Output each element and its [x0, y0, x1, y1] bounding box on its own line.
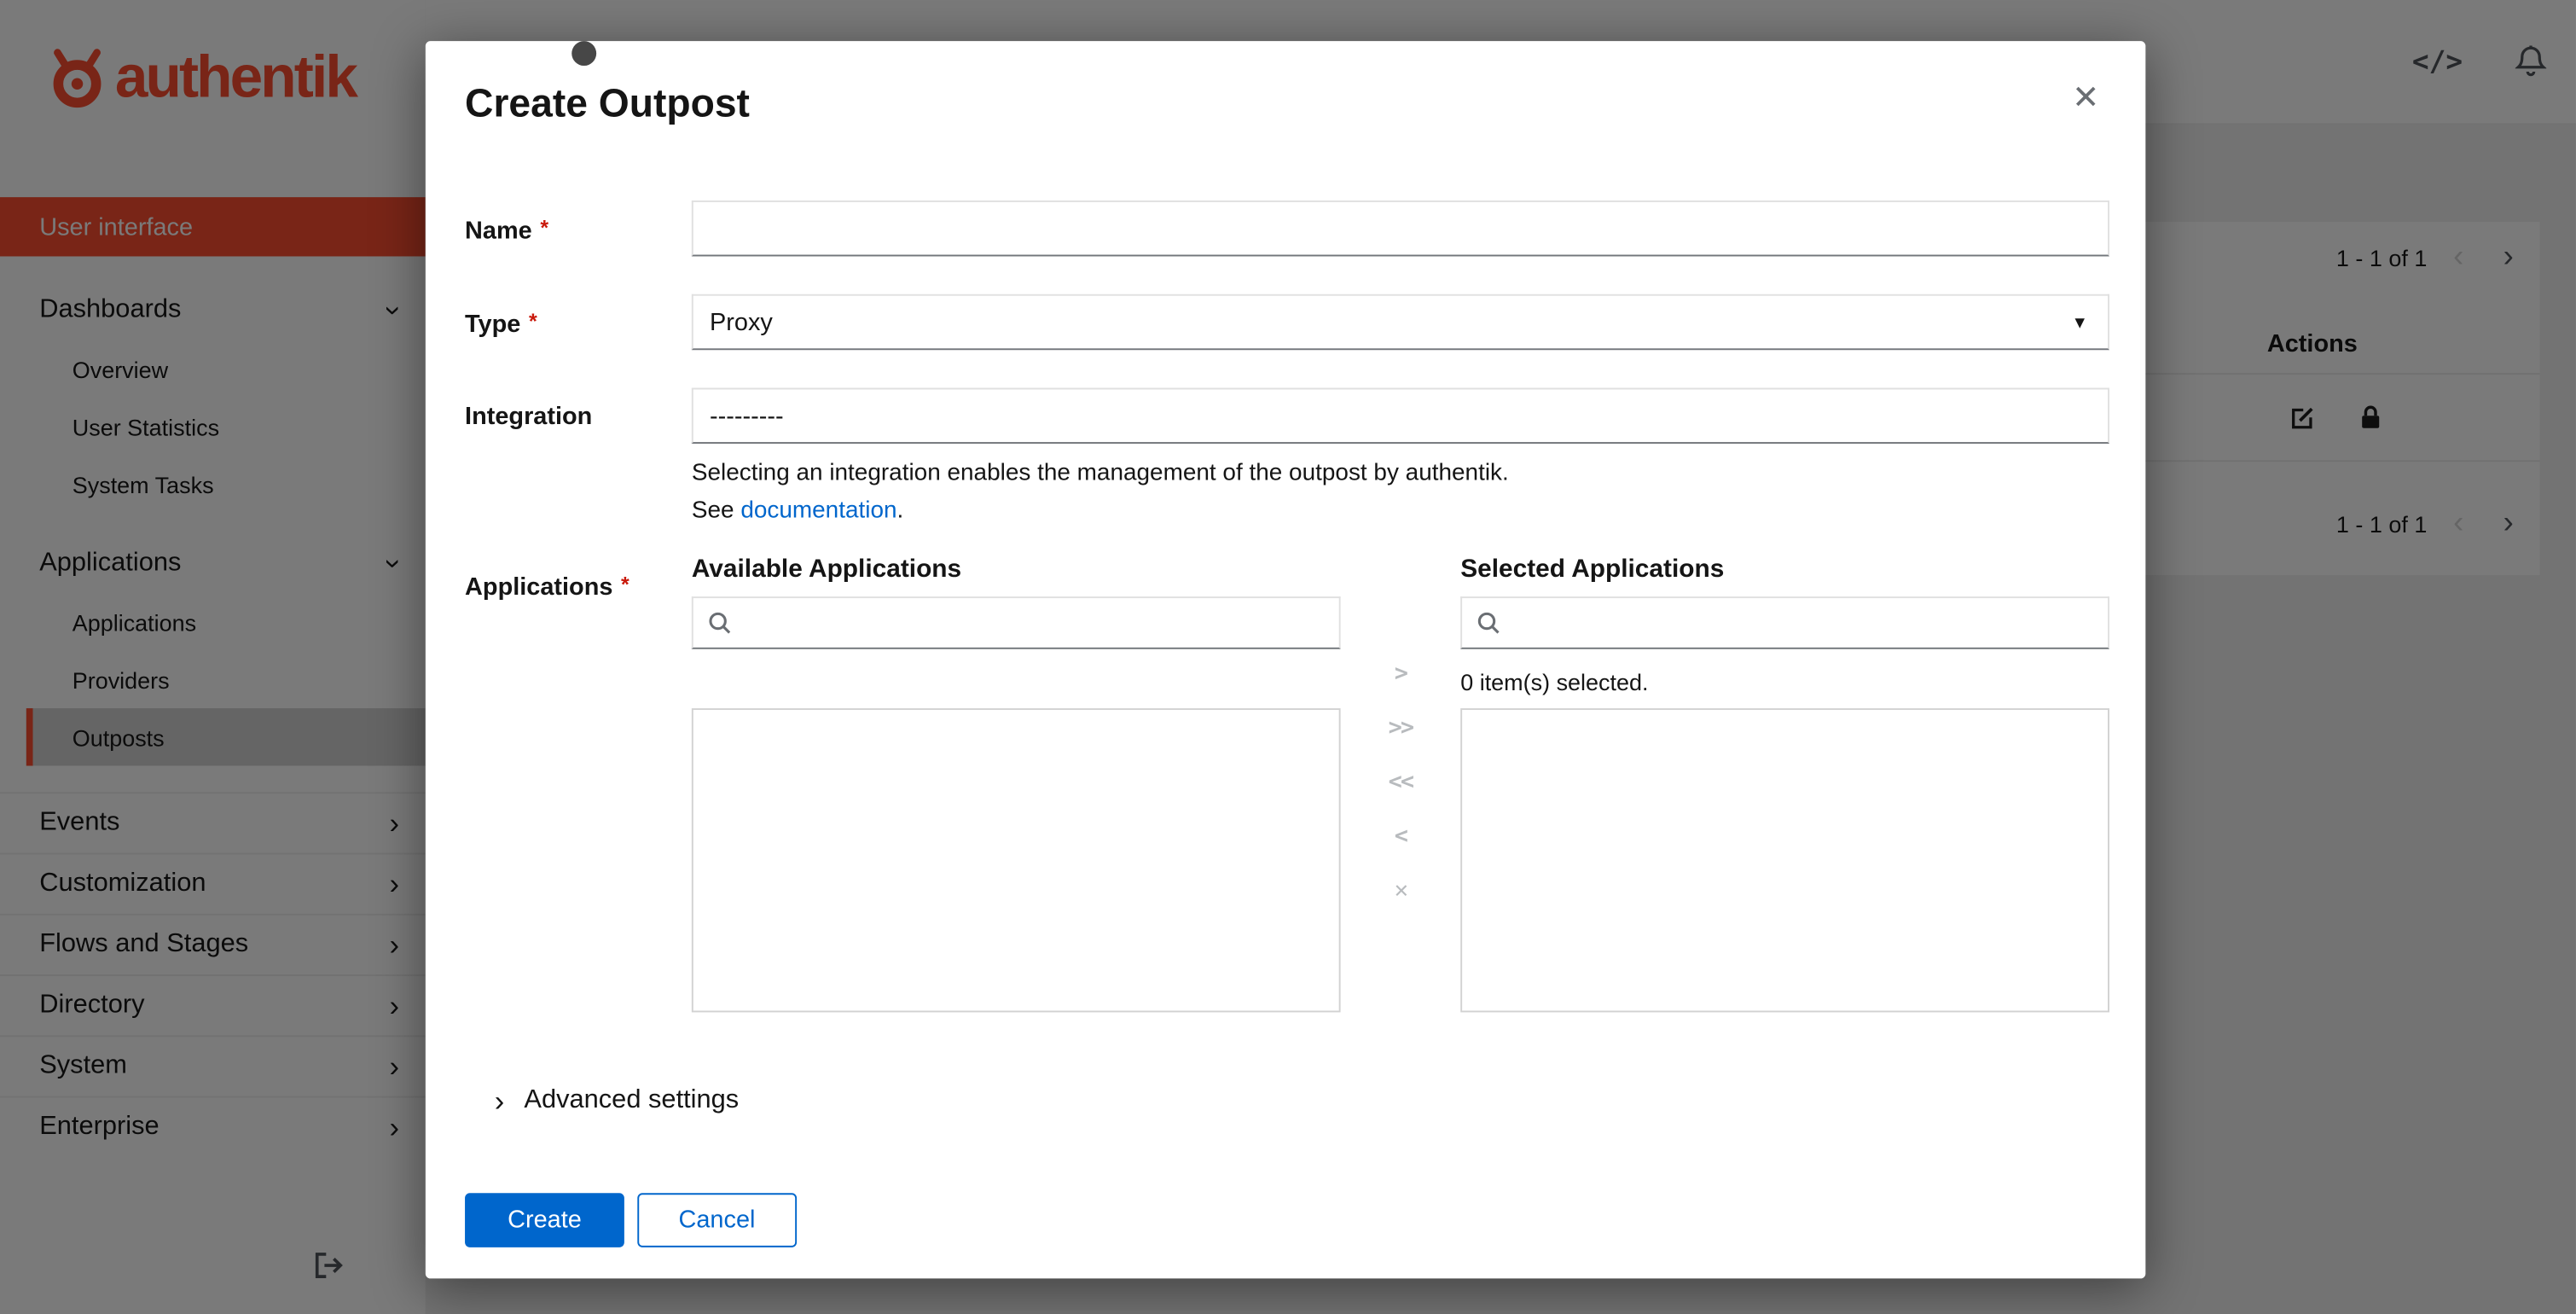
type-label-text: Type: [465, 311, 521, 339]
transfer-add-all-button[interactable]: >>: [1389, 717, 1415, 740]
create-outpost-modal: ✕ Create Outpost Name * Type * Proxy ▾ I…: [425, 41, 2146, 1279]
modal-close-button[interactable]: ✕: [2065, 78, 2106, 120]
chevron-right-icon: ›: [494, 1084, 505, 1118]
applications-label-text: Applications: [465, 573, 613, 602]
advanced-settings-label: Advanced settings: [524, 1086, 740, 1114]
required-marker: *: [540, 215, 549, 241]
selected-applications-column: Selected Applications 0 item(s) selected…: [1460, 555, 2109, 1013]
available-applications-column: Available Applications: [691, 555, 1341, 1013]
required-marker: *: [528, 309, 537, 334]
create-outpost-form: Name * Type * Proxy ▾ Integration ------…: [465, 200, 2109, 1247]
type-row: Type * Proxy ▾: [465, 294, 2109, 351]
type-label: Type *: [465, 294, 692, 350]
selected-count: 0 item(s) selected.: [1460, 668, 1649, 695]
name-row: Name *: [465, 200, 2109, 257]
avatar: [571, 41, 597, 67]
available-search-input[interactable]: [742, 608, 1325, 638]
transfer-remove-button[interactable]: <: [1395, 825, 1408, 848]
available-applications-list[interactable]: [691, 708, 1341, 1013]
required-marker: *: [621, 572, 629, 597]
search-icon: [1477, 612, 1500, 634]
search-icon: [709, 612, 731, 634]
selected-applications-title: Selected Applications: [1460, 555, 1725, 584]
modal-footer: Create Cancel: [465, 1193, 2109, 1247]
integration-row: Integration --------- Selecting an integ…: [465, 387, 2109, 532]
integration-help: Selecting an integration enables the man…: [692, 456, 2109, 532]
type-select-value: Proxy: [710, 308, 773, 336]
selected-search: [1460, 596, 2109, 649]
cancel-button[interactable]: Cancel: [637, 1193, 797, 1247]
create-button[interactable]: Create: [465, 1193, 624, 1247]
integration-help-line2: See documentation.: [692, 493, 2109, 531]
name-label-text: Name: [465, 217, 532, 245]
applications-label: Applications *: [465, 557, 692, 1013]
transfer-remove-all-button[interactable]: <<: [1389, 770, 1415, 794]
integration-select-value: ---------: [710, 401, 784, 430]
caret-down-icon: ▾: [2074, 311, 2086, 334]
type-select[interactable]: Proxy ▾: [691, 294, 2109, 351]
applications-dual-list: Available Applications > >> << < ✕ Selec…: [691, 555, 2109, 1013]
available-applications-title: Available Applications: [691, 555, 962, 584]
integration-select[interactable]: ---------: [691, 387, 2109, 445]
integration-help-line1: Selecting an integration enables the man…: [691, 460, 1509, 487]
name-input[interactable]: [691, 200, 2109, 257]
applications-row: Applications * Available Applications > …: [465, 555, 2109, 1013]
transfer-clear-button[interactable]: ✕: [1395, 879, 1408, 902]
selected-search-input[interactable]: [1511, 608, 2093, 638]
integration-label-text: Integration: [465, 402, 593, 431]
screen: authentik User interface Dashboards › Ov…: [0, 0, 2576, 1314]
integration-label: Integration: [465, 388, 692, 532]
close-icon: ✕: [2072, 80, 2100, 117]
transfer-add-button[interactable]: >: [1395, 662, 1408, 685]
period-text: .: [896, 497, 904, 525]
modal-title: Create Outpost: [465, 82, 750, 127]
see-text: See: [691, 497, 734, 525]
documentation-link[interactable]: documentation: [740, 498, 896, 525]
advanced-settings-toggle[interactable]: › Advanced settings: [465, 1086, 2109, 1116]
transfer-controls: > >> << < ✕: [1341, 557, 1461, 1013]
name-label: Name *: [465, 201, 692, 256]
selected-applications-list[interactable]: [1460, 708, 2109, 1013]
available-search: [691, 596, 1341, 649]
